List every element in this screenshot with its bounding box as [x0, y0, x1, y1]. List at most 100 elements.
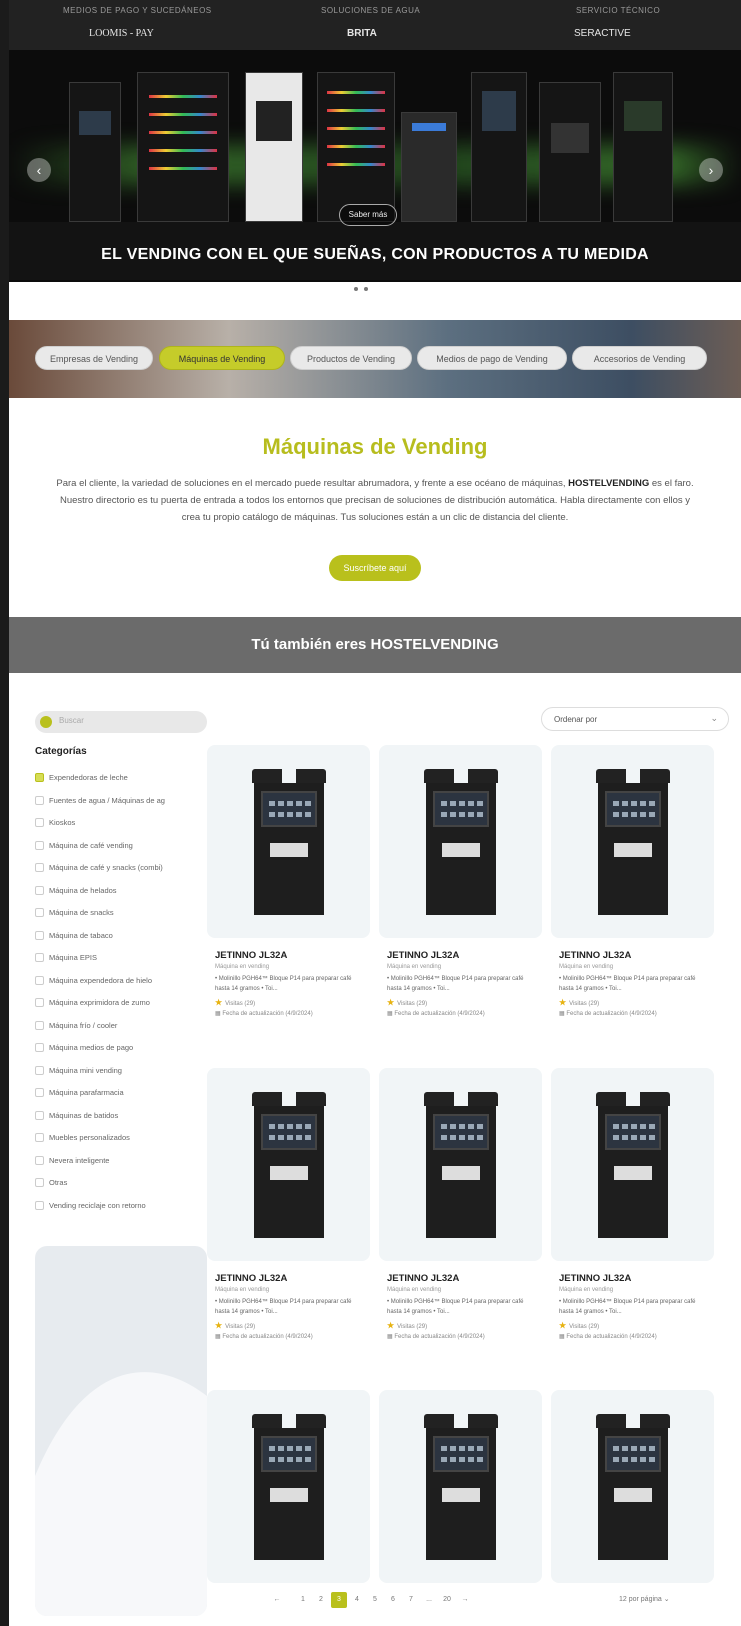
category-filter-item[interactable]: Máquina de snacks	[35, 907, 210, 930]
chevron-down-icon: ⌄	[663, 1596, 670, 1603]
checkbox[interactable]	[35, 1020, 44, 1030]
category-filter-item[interactable]: Máquina EPIS	[35, 952, 210, 975]
search-input[interactable]: Buscar	[35, 711, 207, 733]
page-number[interactable]: 6	[385, 1592, 401, 1608]
chip-empresas[interactable]: Empresas de Vending	[35, 346, 153, 370]
sort-select[interactable]: Ordenar por ⌄	[541, 707, 729, 731]
category-filter-item[interactable]: Máquina de café vending	[35, 840, 210, 863]
category-filter-item[interactable]: Otras	[35, 1177, 210, 1200]
checkbox[interactable]	[35, 818, 44, 827]
brand-logo-loomis[interactable]: LOOMIS - PAY	[89, 28, 154, 39]
category-filter-item[interactable]: Máquina de café y snacks (combi)	[35, 862, 210, 885]
next-page-button[interactable]: →	[457, 1592, 473, 1608]
page-number[interactable]: 7	[403, 1592, 419, 1608]
checkbox[interactable]	[35, 1088, 44, 1097]
page-number[interactable]: 3	[331, 1592, 347, 1608]
carousel-dot[interactable]	[344, 287, 348, 291]
product-title[interactable]: JETINNO JL32A	[215, 950, 287, 961]
product-updated: ▦ Fecha de actualización (4/9/2024)	[387, 1333, 485, 1340]
category-filter-item[interactable]: Máquina de helados	[35, 885, 210, 908]
carousel-dot[interactable]	[364, 287, 368, 291]
category-filter-item[interactable]: Nevera inteligente	[35, 1155, 210, 1178]
page-number[interactable]: 1	[295, 1592, 311, 1608]
category-filter-item[interactable]: Máquina medios de pago	[35, 1042, 210, 1065]
updated-label: Fecha de actualización (4/9/2024)	[394, 1011, 485, 1017]
checkbox[interactable]	[35, 998, 44, 1007]
top-category-link[interactable]: MEDIOS DE PAGO Y SUCEDÁNEOS	[63, 6, 212, 15]
checkbox[interactable]	[35, 908, 44, 917]
checkbox[interactable]	[35, 863, 44, 872]
page-number[interactable]: 5	[367, 1592, 383, 1608]
brand-logo-seractive[interactable]: SERACTIVE	[574, 28, 631, 39]
category-filter-item[interactable]: Máquina exprimidora de zumo	[35, 997, 210, 1020]
product-card-image[interactable]	[379, 745, 542, 938]
product-card-image[interactable]	[551, 745, 714, 938]
checkbox[interactable]	[35, 1155, 44, 1165]
top-category-link[interactable]: SERVICIO TÉCNICO	[576, 6, 660, 15]
category-filter-item[interactable]: Máquinas de batidos	[35, 1110, 210, 1133]
category-filter-item[interactable]: Expendedoras de leche	[35, 772, 210, 795]
hero-more-button[interactable]: Saber más	[339, 204, 397, 226]
prev-page-button[interactable]: ←	[269, 1592, 285, 1608]
category-filter-item[interactable]: Máquina frío / cooler	[35, 1020, 210, 1043]
sidebar-promo-banner[interactable]	[35, 1246, 207, 1616]
category-filter-item[interactable]: Máquina expendedora de hielo	[35, 975, 210, 998]
checkbox[interactable]	[35, 1065, 44, 1075]
chip-accesorios[interactable]: Accesorios de Vending	[572, 346, 707, 370]
views-label: Visitas (29)	[397, 1001, 428, 1007]
checkbox[interactable]	[35, 953, 44, 962]
category-filter-item[interactable]: Vending reciclaje con retorno	[35, 1200, 210, 1223]
carousel-dot[interactable]	[354, 287, 358, 291]
checkbox[interactable]	[35, 1043, 44, 1052]
category-filter-item[interactable]: Máquina de tabaco	[35, 930, 210, 953]
category-label: Máquina expendedora de hielo	[49, 975, 152, 985]
product-subtitle: Máquina en vending	[215, 964, 270, 970]
page-number[interactable]: ...	[421, 1592, 437, 1608]
category-filter-item[interactable]: Máquina mini vending	[35, 1065, 210, 1088]
updated-label: Fecha de actualización (4/9/2024)	[394, 1334, 485, 1340]
category-filter-item[interactable]: Fuentes de agua / Máquinas de ag	[35, 795, 210, 818]
category-filter-item[interactable]: Muebles personalizados	[35, 1132, 210, 1155]
views-label: Visitas (29)	[225, 1324, 256, 1330]
checkbox[interactable]	[35, 975, 44, 985]
product-card-image[interactable]	[207, 745, 370, 938]
checkbox[interactable]	[35, 1178, 44, 1187]
carousel-dots	[344, 278, 374, 291]
page-number[interactable]: 20	[439, 1592, 455, 1608]
product-card-image[interactable]	[379, 1068, 542, 1261]
product-title[interactable]: JETINNO JL32A	[559, 950, 631, 961]
carousel-prev-button[interactable]: ‹	[27, 158, 51, 182]
top-category-link[interactable]: SOLUCIONES DE AGUA	[321, 6, 420, 15]
product-title[interactable]: JETINNO JL32A	[387, 950, 459, 961]
per-page-select[interactable]: 12 por página ⌄	[619, 1595, 670, 1603]
checkbox[interactable]	[35, 930, 44, 940]
chip-productos[interactable]: Productos de Vending	[290, 346, 412, 370]
carousel-next-button[interactable]: ›	[699, 158, 723, 182]
product-card-image[interactable]	[551, 1390, 714, 1583]
category-filter-item[interactable]: Máquina parafarmacia	[35, 1087, 210, 1110]
checkbox[interactable]	[35, 885, 44, 895]
product-title[interactable]: JETINNO JL32A	[559, 1273, 631, 1284]
checkbox[interactable]	[35, 1133, 44, 1142]
page-number[interactable]: 4	[349, 1592, 365, 1608]
product-card-image[interactable]	[207, 1390, 370, 1583]
chip-medios-pago[interactable]: Medios de pago de Vending	[417, 346, 567, 370]
product-title[interactable]: JETINNO JL32A	[215, 1273, 287, 1284]
top-brand-strip: MEDIOS DE PAGO Y SUCEDÁNEOS SOLUCIONES D…	[9, 0, 741, 50]
checkbox[interactable]	[35, 1110, 44, 1120]
checkbox[interactable]	[35, 1200, 44, 1210]
product-card-image[interactable]	[551, 1068, 714, 1261]
page-number[interactable]: 2	[313, 1592, 329, 1608]
product-subtitle: Máquina en vending	[559, 964, 614, 970]
product-card-image[interactable]	[379, 1390, 542, 1583]
subscribe-button[interactable]: Suscríbete aquí	[329, 555, 421, 581]
checkbox[interactable]	[35, 795, 44, 805]
category-filter-item[interactable]: Kioskos	[35, 817, 210, 840]
brand-logos: LOOMIS - PAY BRITA SERACTIVE	[9, 24, 741, 44]
brand-logo-brita[interactable]: BRITA	[347, 28, 377, 39]
checkbox[interactable]	[35, 773, 44, 782]
chip-maquinas[interactable]: Máquinas de Vending	[159, 346, 285, 370]
product-title[interactable]: JETINNO JL32A	[387, 1273, 459, 1284]
product-card-image[interactable]	[207, 1068, 370, 1261]
checkbox[interactable]	[35, 840, 44, 850]
